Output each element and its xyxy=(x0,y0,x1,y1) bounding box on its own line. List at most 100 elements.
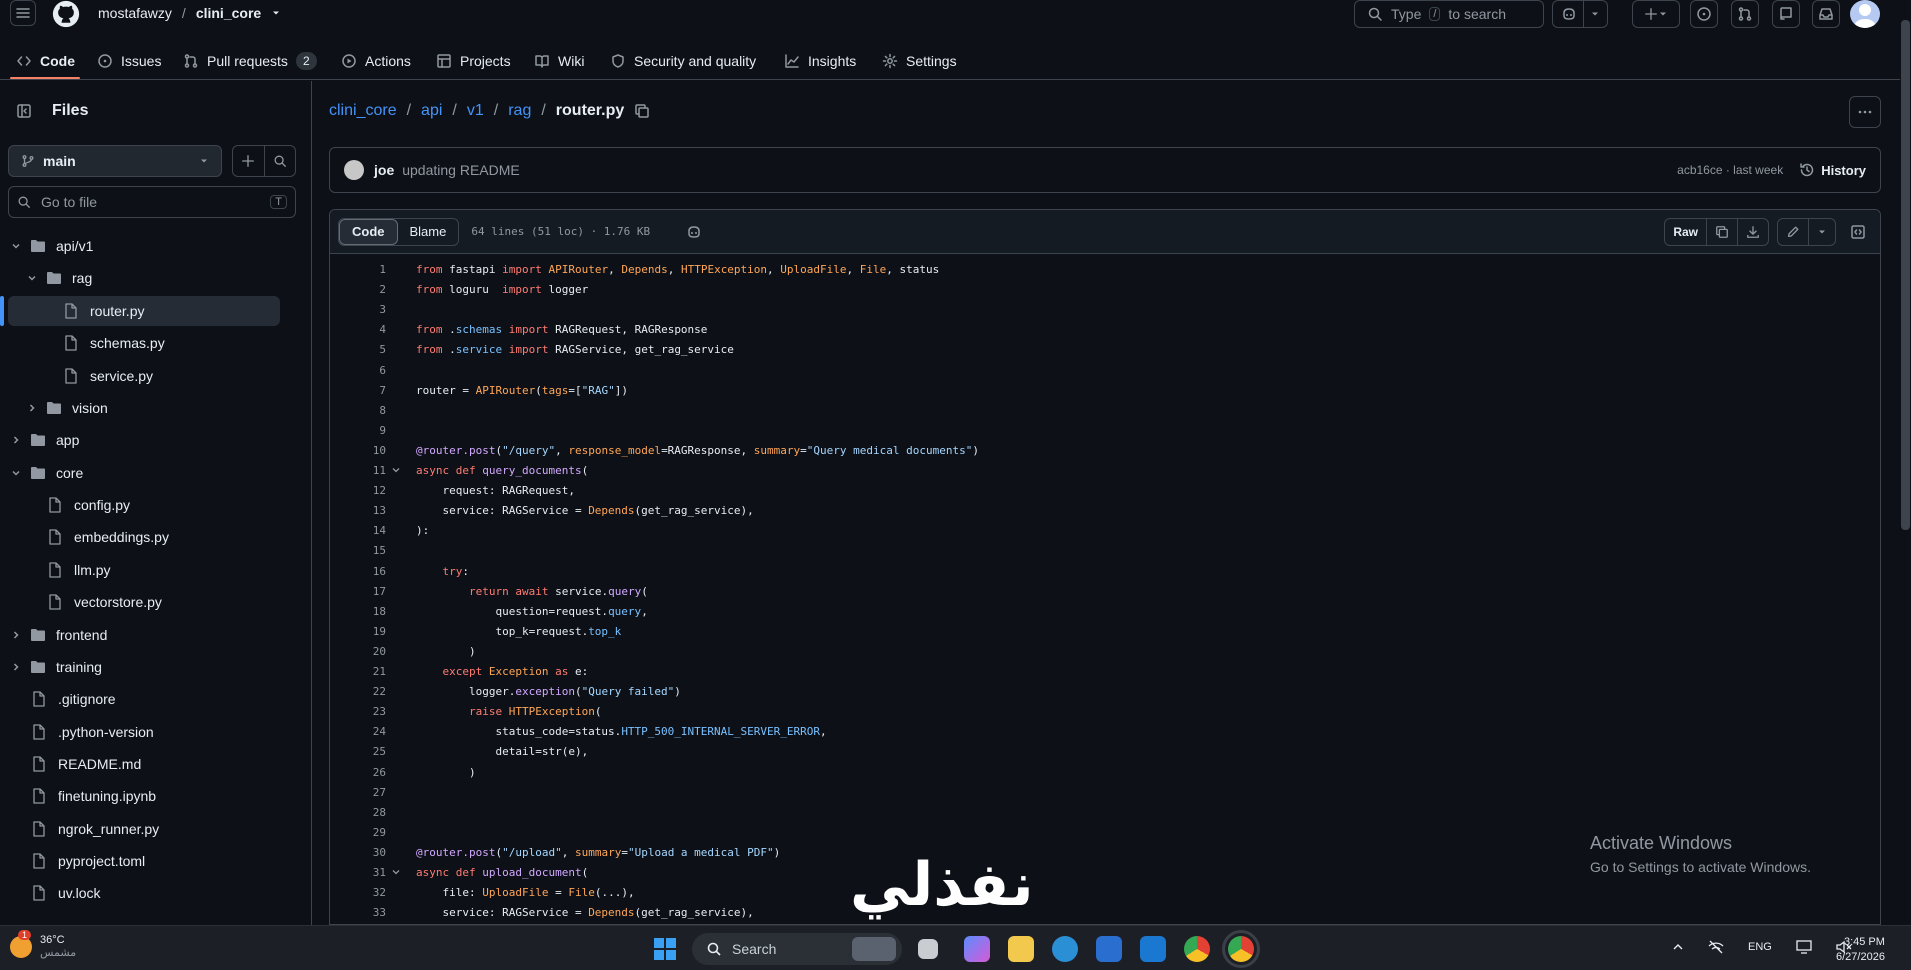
symbols-panel-button[interactable] xyxy=(1844,218,1872,246)
chevron-up-icon[interactable] xyxy=(1672,941,1684,953)
line-number[interactable]: 1 xyxy=(330,263,386,276)
line-number[interactable]: 3 xyxy=(330,303,386,316)
taskbar-search[interactable]: Search xyxy=(692,933,902,965)
task-view-icon[interactable] xyxy=(918,939,938,959)
chevron-right-icon[interactable] xyxy=(8,629,24,641)
raw-button[interactable]: Raw xyxy=(1665,219,1706,245)
network-off-icon[interactable] xyxy=(1708,940,1724,954)
more-options-button[interactable] xyxy=(1849,96,1881,128)
chevron-right-icon[interactable] xyxy=(8,661,24,673)
tree-file[interactable]: schemas.py xyxy=(8,328,280,358)
tree-file[interactable]: README.md xyxy=(8,749,280,779)
global-search-input[interactable]: Type / to search xyxy=(1354,0,1544,28)
blame-view-button[interactable]: Blame xyxy=(398,219,459,245)
line-number[interactable]: 9 xyxy=(330,424,386,437)
line-number[interactable]: 21 xyxy=(330,665,386,678)
tab-actions[interactable]: Actions xyxy=(341,47,411,75)
tree-folder[interactable]: rag xyxy=(8,263,280,293)
tab-settings[interactable]: Settings xyxy=(882,47,957,75)
branch-selector[interactable]: main xyxy=(8,145,222,177)
line-number[interactable]: 24 xyxy=(330,725,386,738)
tree-file[interactable]: uv.lock xyxy=(8,878,280,908)
copy-raw-button[interactable] xyxy=(1706,219,1737,245)
collapse-sidebar-button[interactable] xyxy=(8,95,40,127)
commit-author[interactable]: joe xyxy=(374,162,394,178)
weather-widget[interactable]: 1 36°C مشمس xyxy=(10,929,76,959)
copilot-button[interactable] xyxy=(1552,0,1608,28)
tree-file[interactable]: ngrok_runner.py xyxy=(8,814,280,844)
line-number[interactable]: 7 xyxy=(330,384,386,397)
line-number[interactable]: 14 xyxy=(330,524,386,537)
tree-folder[interactable]: training xyxy=(8,652,280,682)
line-number[interactable]: 13 xyxy=(330,504,386,517)
line-number[interactable]: 16 xyxy=(330,565,386,578)
tab-wiki[interactable]: Wiki xyxy=(534,47,584,75)
avatar[interactable] xyxy=(1850,0,1880,28)
tree-folder[interactable]: core xyxy=(8,458,280,488)
edit-menu-button[interactable] xyxy=(1808,219,1835,245)
taskbar-clock[interactable]: 3:45 PM 6/27/2026 xyxy=(1836,935,1885,965)
line-number[interactable]: 15 xyxy=(330,544,386,557)
line-number[interactable]: 10 xyxy=(330,444,386,457)
repo-link[interactable]: clini_core xyxy=(196,5,261,21)
chevron-down-icon[interactable] xyxy=(8,240,24,252)
edge-browser-icon[interactable] xyxy=(1052,936,1078,962)
display-icon[interactable] xyxy=(1796,940,1812,954)
history-button[interactable]: History xyxy=(1799,162,1866,178)
line-number[interactable]: 27 xyxy=(330,786,386,799)
line-number[interactable]: 26 xyxy=(330,766,386,779)
tab-security[interactable]: Security and quality xyxy=(610,47,756,75)
line-number[interactable]: 30 xyxy=(330,846,386,859)
outlook-icon[interactable] xyxy=(1140,936,1166,962)
line-number[interactable]: 18 xyxy=(330,605,386,618)
github-logo-icon[interactable] xyxy=(50,0,84,28)
language-indicator[interactable]: ENG xyxy=(1748,941,1772,953)
line-number[interactable]: 29 xyxy=(330,826,386,839)
tab-code[interactable]: Code xyxy=(16,47,75,75)
tree-folder[interactable]: app xyxy=(8,425,280,455)
chevron-right-icon[interactable] xyxy=(24,402,40,414)
tree-file[interactable]: pyproject.toml xyxy=(8,846,280,876)
go-to-file-input[interactable]: Go to file T xyxy=(8,186,296,218)
chevron-down-icon[interactable] xyxy=(8,467,24,479)
line-number[interactable]: 5 xyxy=(330,343,386,356)
tree-folder[interactable]: frontend xyxy=(8,620,280,650)
fold-chevron-icon[interactable] xyxy=(386,465,406,475)
line-number[interactable]: 12 xyxy=(330,484,386,497)
line-number[interactable]: 28 xyxy=(330,806,386,819)
menu-button[interactable] xyxy=(10,0,36,26)
tree-folder[interactable]: vision xyxy=(8,393,280,423)
tab-insights[interactable]: Insights xyxy=(784,47,856,75)
search-files-button[interactable] xyxy=(265,146,296,176)
chevron-right-icon[interactable] xyxy=(8,434,24,446)
code-view-button[interactable]: Code xyxy=(339,218,398,245)
line-number[interactable]: 20 xyxy=(330,645,386,658)
line-number[interactable]: 25 xyxy=(330,745,386,758)
copilot-icon[interactable] xyxy=(686,224,702,240)
chrome-active-icon[interactable] xyxy=(1222,930,1260,968)
caret-down-icon[interactable] xyxy=(271,8,281,18)
file-explorer-icon[interactable] xyxy=(1008,936,1034,962)
line-number[interactable]: 31 xyxy=(330,866,386,879)
tab-projects[interactable]: Projects xyxy=(436,47,511,75)
inbox-button[interactable] xyxy=(1812,0,1840,28)
add-file-button[interactable] xyxy=(233,146,265,176)
tree-file[interactable]: embeddings.py xyxy=(8,522,280,552)
path-link-api[interactable]: api xyxy=(421,102,442,120)
chrome-icon[interactable] xyxy=(1184,936,1210,962)
line-number[interactable]: 2 xyxy=(330,283,386,296)
tree-file[interactable]: llm.py xyxy=(8,555,280,585)
commit-author-avatar[interactable] xyxy=(344,160,364,180)
path-link-repo[interactable]: clini_core xyxy=(329,102,397,120)
fold-chevron-icon[interactable] xyxy=(386,867,406,877)
store-icon[interactable] xyxy=(1096,936,1122,962)
tree-file[interactable]: service.py xyxy=(8,361,280,391)
tree-file[interactable]: .python-version xyxy=(8,717,280,747)
edit-button[interactable] xyxy=(1778,219,1808,245)
line-number[interactable]: 32 xyxy=(330,886,386,899)
copy-path-icon[interactable] xyxy=(634,103,650,119)
tab-issues[interactable]: Issues xyxy=(97,47,161,75)
download-button[interactable] xyxy=(1737,219,1768,245)
line-number[interactable]: 11 xyxy=(330,464,386,477)
tree-file[interactable]: finetuning.ipynb xyxy=(8,781,280,811)
